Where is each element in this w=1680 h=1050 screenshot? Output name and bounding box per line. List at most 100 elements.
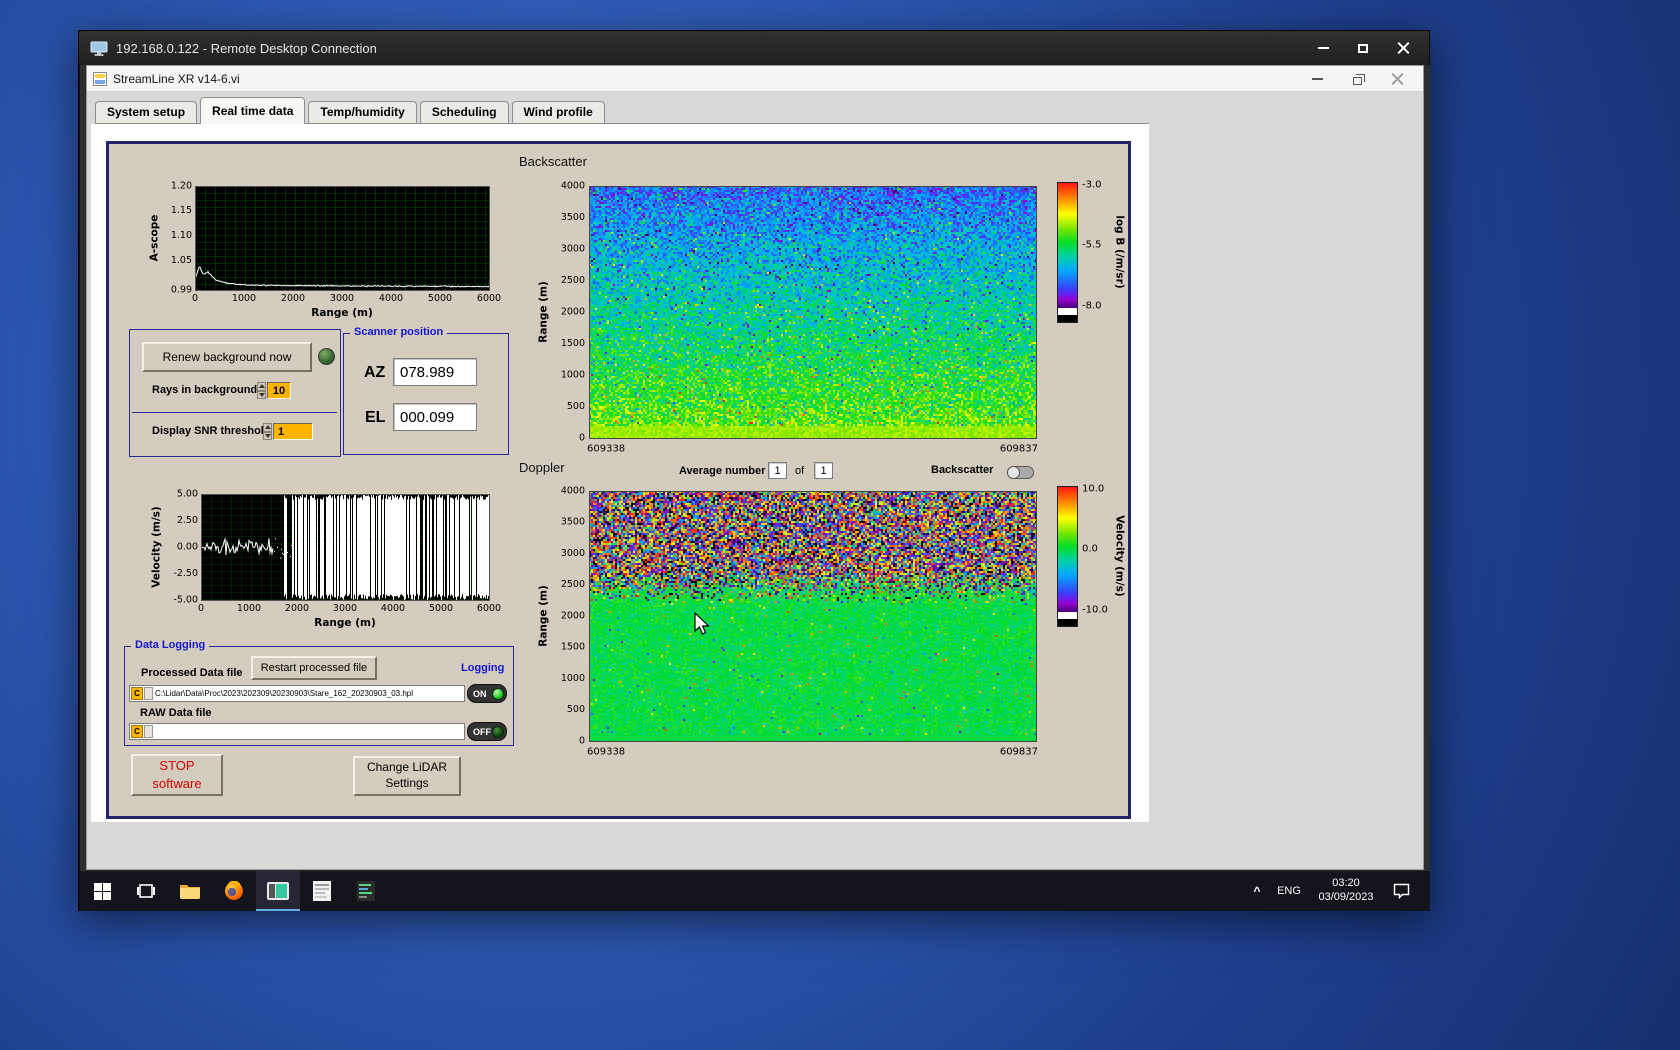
rdp-minimize-button[interactable] — [1303, 34, 1343, 62]
stop-button-line1: STOP — [159, 758, 195, 774]
close-icon — [1391, 73, 1404, 86]
system-tray: ^ ENG 03:20 03/09/2023 — [1244, 871, 1430, 911]
decrement-icon[interactable] — [263, 431, 272, 440]
backscatter-heatmap — [522, 178, 1126, 465]
app-titlebar[interactable]: StreamLine XR v14-6.vi — [87, 66, 1423, 92]
raw-file-path-field[interactable]: C — [129, 723, 465, 740]
tab-system-setup[interactable]: System setup — [95, 101, 198, 123]
rdp-window-controls — [1303, 31, 1423, 65]
browse-icon[interactable] — [144, 687, 153, 700]
snr-value-field[interactable]: 1 — [273, 423, 313, 440]
rdp-titlebar[interactable]: 192.168.0.122 - Remote Desktop Connectio… — [79, 31, 1429, 65]
processed-logging-toggle[interactable]: ON — [467, 684, 507, 703]
data-logging-title: Data Logging — [131, 639, 210, 651]
vi-app-icon — [93, 71, 107, 86]
notification-center-button[interactable] — [1384, 883, 1418, 899]
file-explorer-button[interactable] — [168, 871, 212, 911]
processed-file-path-field[interactable]: C C:\Lidar\Data\Proc\2023\202309\2023090… — [129, 685, 465, 702]
task-view-icon — [137, 884, 155, 898]
editor-app-button[interactable] — [344, 871, 388, 911]
el-value-field[interactable]: 000.099 — [393, 403, 477, 431]
app-close-button[interactable] — [1377, 67, 1417, 91]
app-minimize-button[interactable] — [1297, 67, 1337, 91]
tab-temp-humidity[interactable]: Temp/humidity — [308, 101, 417, 123]
notes-app-button[interactable] — [300, 871, 344, 911]
increment-icon[interactable] — [257, 382, 266, 391]
taskbar: ^ ENG 03:20 03/09/2023 — [80, 871, 1430, 911]
rdp-close-button[interactable] — [1383, 34, 1423, 62]
rdp-window-title: 192.168.0.122 - Remote Desktop Connectio… — [116, 40, 377, 56]
notes-app-icon — [313, 881, 331, 901]
off-led-icon — [492, 725, 504, 738]
minimize-icon — [1311, 78, 1323, 80]
average-total-field[interactable]: 1 — [814, 462, 833, 479]
ascope-graph — [131, 176, 511, 324]
scanner-position-title: Scanner position — [350, 326, 448, 338]
streamline-app-window: StreamLine XR v14-6.vi System setup Real… — [86, 65, 1424, 870]
of-label: of — [795, 465, 805, 477]
notification-icon — [1393, 883, 1409, 899]
scanner-position-group: Scanner position AZ 078.989 EL 000.099 — [343, 326, 509, 455]
tab-real-time-data[interactable]: Real time data — [200, 97, 306, 124]
processed-data-file-label: Processed Data file — [141, 667, 243, 679]
raw-data-file-label: RAW Data file — [140, 707, 212, 719]
backscatter-doppler-toggle[interactable] — [1007, 466, 1034, 479]
restart-processed-file-button[interactable]: Restart processed file — [251, 656, 377, 680]
restore-icon — [1352, 73, 1365, 85]
rays-value-field[interactable]: 10 — [267, 382, 291, 399]
drive-icon: C — [131, 725, 143, 738]
data-logging-group: Data Logging Processed Data file Restart… — [124, 639, 514, 746]
start-button[interactable] — [80, 871, 124, 911]
increment-icon[interactable] — [263, 423, 272, 432]
tab-wind-profile[interactable]: Wind profile — [511, 101, 605, 123]
maximize-icon — [1358, 43, 1368, 53]
taskbar-clock[interactable]: 03:20 03/09/2023 — [1308, 877, 1384, 905]
language-indicator[interactable]: ENG — [1270, 885, 1308, 897]
el-label: EL — [365, 409, 386, 426]
snr-threshold-label: Display SNR threshold — [152, 425, 271, 437]
stop-software-button[interactable]: STOP software — [131, 754, 223, 796]
streamline-app-taskbar-button[interactable] — [256, 871, 300, 911]
rays-spinner[interactable] — [257, 382, 266, 399]
decrement-icon[interactable] — [257, 390, 266, 399]
minimize-icon — [1317, 47, 1329, 49]
renew-background-button[interactable]: Renew background now — [142, 342, 312, 372]
windows-logo-icon — [93, 882, 111, 900]
rays-in-background-label: Rays in background — [152, 384, 258, 396]
rdp-window: 192.168.0.122 - Remote Desktop Connectio… — [78, 30, 1430, 911]
velocity-graph — [131, 486, 511, 634]
browse-icon[interactable] — [144, 725, 153, 738]
remote-desktop: StreamLine XR v14-6.vi System setup Real… — [80, 65, 1430, 911]
task-view-button[interactable] — [124, 871, 168, 911]
on-label: ON — [473, 688, 487, 699]
tray-expand-chevron[interactable]: ^ — [1244, 884, 1270, 898]
tab-scheduling[interactable]: Scheduling — [419, 101, 509, 123]
app-restore-button[interactable] — [1337, 67, 1377, 91]
toggle-knob-icon — [1007, 466, 1020, 479]
renew-background-led — [318, 348, 335, 365]
front-panel: Backscatter Renew background now Rays in… — [106, 141, 1131, 819]
backscatter-toggle-label: Backscatter — [931, 464, 994, 476]
change-lidar-settings-button[interactable]: Change LiDAR Settings — [353, 756, 461, 796]
remote-desktop-icon — [90, 41, 108, 56]
clock-time: 03:20 — [1332, 877, 1360, 890]
raw-logging-toggle[interactable]: OFF — [467, 722, 507, 741]
change-button-line2: Settings — [385, 776, 429, 790]
snr-spinner[interactable] — [263, 423, 272, 440]
average-number-label: Average number — [679, 465, 766, 477]
average-number-field[interactable]: 1 — [768, 462, 787, 479]
group-divider — [132, 412, 337, 413]
on-led-icon — [492, 687, 504, 700]
background-controls-group: Renew background now Rays in background … — [129, 329, 341, 457]
streamline-app-icon — [267, 882, 289, 900]
editor-app-icon — [357, 881, 375, 901]
app-window-title: StreamLine XR v14-6.vi — [113, 71, 240, 86]
az-value-field[interactable]: 078.989 — [393, 358, 477, 386]
rdp-maximize-button[interactable] — [1343, 34, 1383, 62]
firefox-button[interactable] — [212, 871, 256, 911]
backscatter-plot-title: Backscatter — [519, 154, 587, 169]
doppler-heatmap — [522, 484, 1126, 779]
processed-path-text: C:\Lidar\Data\Proc\2023\202309\20230903\… — [155, 689, 413, 698]
clock-date: 03/09/2023 — [1318, 891, 1374, 903]
off-label: OFF — [473, 726, 491, 737]
